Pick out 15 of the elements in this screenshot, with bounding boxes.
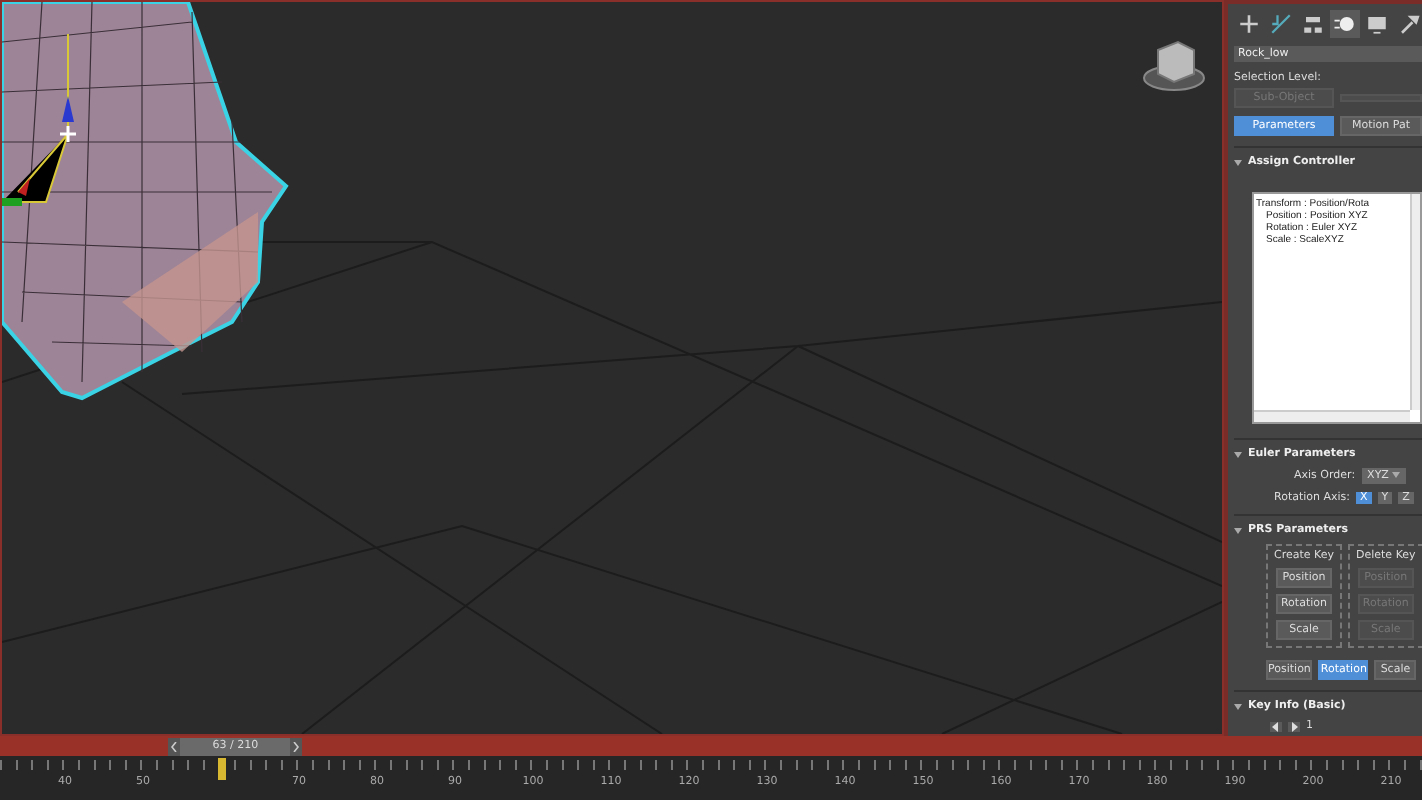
vertical-scrollbar[interactable]: [1410, 194, 1420, 410]
collapse-triangle-icon[interactable]: [1234, 703, 1242, 709]
previous-key-button[interactable]: [1270, 721, 1282, 731]
bent-line-icon[interactable]: [1266, 10, 1296, 38]
current-frame-marker[interactable]: [217, 758, 225, 780]
previous-frame-button[interactable]: [168, 737, 181, 755]
collapse-triangle-icon[interactable]: [1234, 451, 1242, 457]
collapse-triangle-icon[interactable]: [1234, 159, 1242, 165]
next-key-button[interactable]: [1288, 721, 1300, 731]
collapse-triangle-icon[interactable]: [1234, 527, 1242, 533]
next-frame-button[interactable]: [290, 737, 303, 755]
transform-gizmo-icon: [2, 33, 78, 206]
view-cube-icon: [1143, 40, 1205, 91]
horizontal-scrollbar[interactable]: [1254, 410, 1410, 422]
plus-icon[interactable]: [1234, 10, 1264, 38]
